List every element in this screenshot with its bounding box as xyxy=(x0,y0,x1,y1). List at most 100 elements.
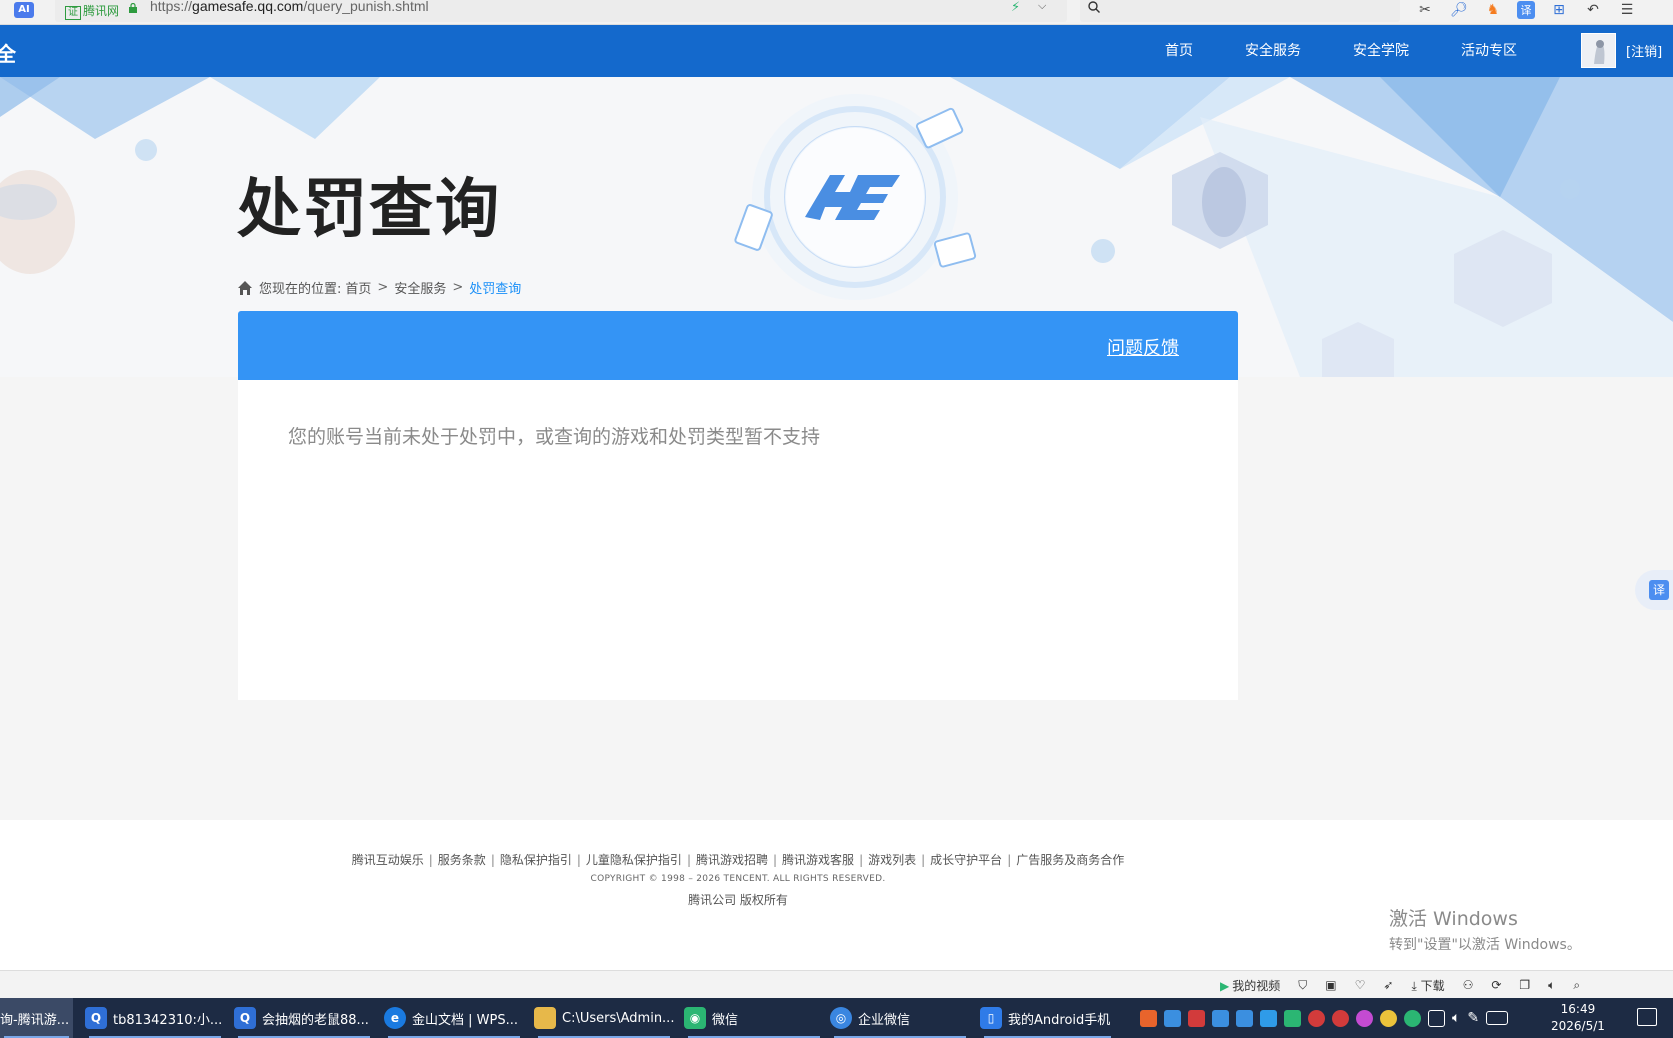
feedback-link[interactable]: 问题反馈 xyxy=(1107,334,1179,360)
address-bar[interactable]: 证腾讯网 https://gamesafe.qq.com/query_punis… xyxy=(55,0,1067,22)
zoom-icon[interactable]: ⌕ xyxy=(1573,978,1580,993)
panel-header: 问题反馈 xyxy=(238,311,1238,380)
rocket-icon[interactable]: ➶ xyxy=(1383,978,1393,992)
browser-icon: e xyxy=(384,1007,406,1029)
nav-events[interactable]: 活动专区 xyxy=(1435,25,1543,77)
speaker-icon[interactable]: 🔈︎ xyxy=(1548,978,1555,993)
magnifier-tool-icon[interactable]: 🔎︎ xyxy=(1449,1,1469,19)
tray-app-icon[interactable] xyxy=(1212,1009,1229,1027)
pen-icon[interactable]: ✎ xyxy=(1467,1010,1479,1026)
breadcrumb-prefix: 您现在的位置: xyxy=(259,282,342,297)
avatar[interactable] xyxy=(1581,33,1616,68)
taskbar-item[interactable]: ◎ 企业微信 xyxy=(830,998,970,1038)
taskbar: 询-腾讯游... Qtb81342310:小... Q 会抽烟的老鼠88... e… xyxy=(0,998,1673,1038)
activation-hint: 转到"设置"以激活 Windows。 xyxy=(1389,937,1581,953)
tray-app-icon[interactable] xyxy=(1164,1009,1181,1027)
activation-title: 激活 Windows xyxy=(1389,908,1518,930)
footer-link[interactable]: 腾讯游戏招聘 xyxy=(696,853,768,867)
footer-link[interactable]: 腾讯互动娱乐 xyxy=(352,853,424,867)
footer-link[interactable]: 儿童隐私保护指引 xyxy=(586,853,682,867)
panel-body: 您的账号当前未处于处罚中，或查询的游戏和处罚类型暂不支持 xyxy=(238,380,1238,700)
breadcrumb-separator: > xyxy=(377,280,389,295)
lock-icon xyxy=(129,3,137,13)
breadcrumb-current[interactable]: 处罚查询 xyxy=(469,278,521,297)
browser-search-input[interactable] xyxy=(1080,0,1400,22)
logout-link[interactable]: [注销] xyxy=(1626,41,1662,60)
notification-icon[interactable] xyxy=(1637,1008,1657,1026)
result-message: 您的账号当前未处于处罚中，或查询的游戏和处罚类型暂不支持 xyxy=(288,426,821,448)
footer-links: 腾讯互动娱乐 | 服务条款 | 隐私保护指引 | 儿童隐私保护指引 | 腾讯游戏招聘 | 腾讯游戏客… xyxy=(351,853,1125,867)
play-icon: ▶ xyxy=(1220,978,1230,993)
keyboard-icon[interactable] xyxy=(1486,1011,1509,1025)
breadcrumb-security-service[interactable]: 安全服务 xyxy=(394,278,446,297)
apps-icon[interactable]: ⊞ xyxy=(1549,1,1569,19)
breadcrumb-home[interactable]: 首页 xyxy=(345,278,371,297)
footer-link[interactable]: 服务条款 xyxy=(438,853,486,867)
taskbar-item[interactable]: e 金山文档 | WPS... xyxy=(384,998,524,1038)
taskbar-clock[interactable]: 16:49 2026/5/1 xyxy=(1551,1001,1605,1035)
taskbar-item[interactable]: ◉ 微信 xyxy=(684,998,824,1038)
breadcrumb-separator: > xyxy=(452,280,464,295)
browser-toolbar: AI 证腾讯网 https://gamesafe.qq.com/query_pu… xyxy=(0,0,1673,25)
url-text[interactable]: https://gamesafe.qq.com/query_punish.sht… xyxy=(150,0,429,14)
translate-icon: 译 xyxy=(1649,580,1669,600)
heart-icon[interactable]: ♡ xyxy=(1355,978,1366,992)
clock-date: 2026/5/1 xyxy=(1551,1019,1605,1033)
footer-link[interactable]: 广告服务及商务合作 xyxy=(1016,853,1124,867)
undo-icon[interactable]: ↶ xyxy=(1583,1,1603,19)
fox-icon[interactable]: ♞ xyxy=(1483,1,1503,19)
tray-app-icon[interactable] xyxy=(1260,1009,1277,1027)
side-translate-button[interactable]: 译 xyxy=(1635,570,1673,610)
certificate-icon: 证 xyxy=(65,6,81,20)
nav-security-service[interactable]: 安全服务 xyxy=(1219,25,1327,77)
translate-icon[interactable]: 译 xyxy=(1517,1,1535,19)
chevron-down-icon[interactable]: ⌵ xyxy=(1038,0,1046,13)
rights-text: 腾讯公司 版权所有 xyxy=(688,893,788,907)
search-icon xyxy=(1088,1,1100,13)
incognito-icon[interactable]: ⚇ xyxy=(1463,978,1474,992)
footer-link[interactable]: 腾讯游戏客服 xyxy=(782,853,854,867)
refresh-icon[interactable]: ⟳ xyxy=(1491,978,1501,992)
menu-icon[interactable]: ☰ xyxy=(1617,1,1637,19)
taskbar-item[interactable]: ▯ 我的Android手机 xyxy=(980,998,1115,1038)
ai-assistant-icon[interactable]: AI xyxy=(14,2,34,18)
download-button[interactable]: ⤓ 下载 xyxy=(1411,977,1444,994)
copyright: COPYRIGHT © 1998 – 2026 TENCENT. ALL RIG… xyxy=(590,874,886,884)
footer-link[interactable]: 隐私保护指引 xyxy=(500,853,572,867)
tray-app-icon[interactable] xyxy=(1308,1009,1325,1027)
footer-link[interactable]: 游戏列表 xyxy=(868,853,916,867)
scissors-icon[interactable]: ✂ xyxy=(1415,1,1435,19)
tray-app-icon[interactable] xyxy=(1236,1009,1253,1027)
certificate-badge[interactable]: 证腾讯网 xyxy=(65,2,119,20)
tray-app-icon[interactable] xyxy=(1380,1009,1397,1027)
taskbar-item[interactable]: C:\Users\Admin... xyxy=(534,998,674,1038)
volume-icon[interactable]: 🔈︎ xyxy=(1452,1010,1460,1026)
footer-link[interactable]: 成长守护平台 xyxy=(930,853,1002,867)
tray-app-icon[interactable] xyxy=(1188,1009,1205,1027)
bolt-icon[interactable]: ⚡ xyxy=(1011,0,1020,15)
image-icon[interactable]: ▣ xyxy=(1325,978,1336,992)
site-logo[interactable]: 全 xyxy=(0,38,16,67)
tray-app-icon[interactable] xyxy=(1284,1009,1301,1027)
browser-tools: ✂ 🔎︎ ♞ 译 ⊞ ↶ ☰ xyxy=(1415,0,1637,20)
footer: 腾讯互动娱乐 | 服务条款 | 隐私保护指引 | 儿童隐私保护指引 | 腾讯游戏招聘 | 腾讯游戏客… xyxy=(0,820,1673,970)
site-nav: 全 首页 安全服务 安全学院 活动专区 [注销] xyxy=(0,25,1673,77)
tray-app-icon[interactable] xyxy=(1356,1009,1373,1027)
home-icon xyxy=(238,280,252,295)
network-icon[interactable] xyxy=(1428,1009,1445,1027)
taskbar-item[interactable]: 询-腾讯游... xyxy=(0,998,73,1038)
tray-app-icon[interactable] xyxy=(1404,1009,1421,1027)
taskbar-item[interactable]: Q 会抽烟的老鼠88... xyxy=(234,998,374,1038)
wecom-icon: ◎ xyxy=(830,1007,852,1029)
windows-activation-watermark: 激活 Windows 转到"设置"以激活 Windows。 xyxy=(1389,904,1581,954)
nav-home[interactable]: 首页 xyxy=(1140,25,1219,77)
taskbar-item[interactable]: Qtb81342310:小... xyxy=(85,998,225,1038)
my-video-button[interactable]: ▶ 我的视频 xyxy=(1220,977,1280,994)
tray-app-icon[interactable] xyxy=(1332,1009,1349,1027)
nav-security-academy[interactable]: 安全学院 xyxy=(1327,25,1435,77)
tray-app-icon[interactable] xyxy=(1140,1009,1157,1027)
status-items: ▶ 我的视频 ⛉ ▣ ♡ ➶ ⤓ 下载 ⚇ ⟳ ❐ 🔈︎ ⌕ xyxy=(1220,971,1580,999)
qq-icon: Q xyxy=(234,1007,256,1029)
shield-icon[interactable]: ⛉ xyxy=(1298,978,1307,993)
window-icon[interactable]: ❐ xyxy=(1519,978,1530,992)
